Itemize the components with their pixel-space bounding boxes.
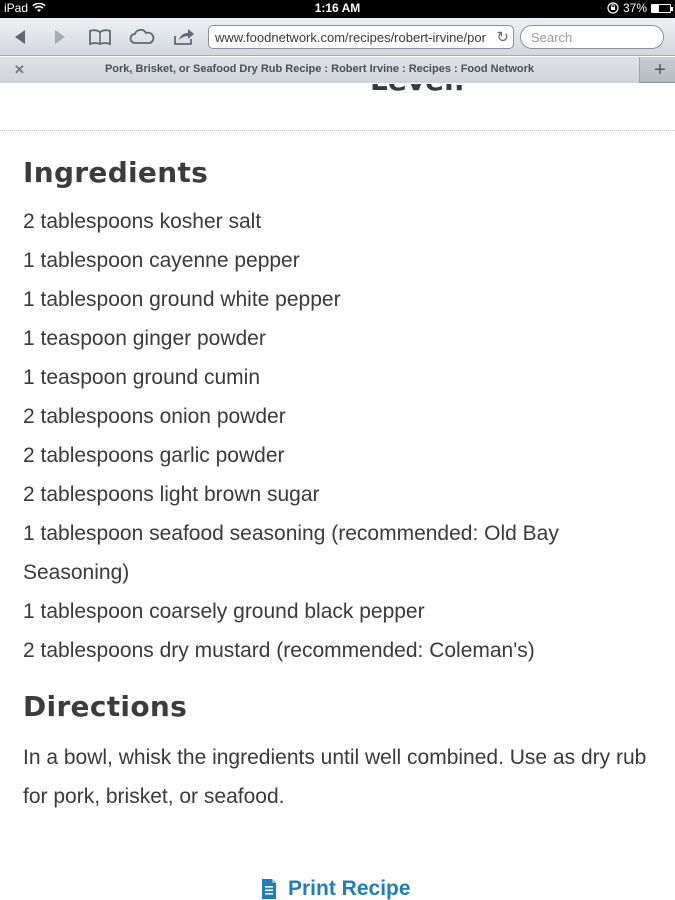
plus-icon: + bbox=[654, 59, 666, 81]
print-recipe-label: Print Recipe bbox=[288, 877, 411, 900]
battery-percent: 37% bbox=[622, 1, 647, 15]
forward-button[interactable] bbox=[46, 24, 74, 50]
print-recipe-link[interactable]: Print Recipe bbox=[260, 877, 411, 900]
reload-icon[interactable]: ↻ bbox=[496, 28, 509, 46]
forward-arrow-icon bbox=[55, 30, 65, 44]
back-arrow-icon bbox=[15, 30, 25, 44]
rotation-lock-icon bbox=[607, 2, 619, 14]
status-time: 1:16 AM bbox=[314, 1, 361, 15]
address-bar[interactable]: www.foodnetwork.com/recipes/robert-irvin… bbox=[208, 25, 514, 49]
ingredient-item: 1 teaspoon ground cumin bbox=[23, 366, 260, 389]
ingredient-item: 1 tablespoon cayenne pepper bbox=[23, 249, 300, 272]
status-bar: iPad 1:16 AM 37% bbox=[0, 0, 675, 18]
share-button[interactable] bbox=[170, 24, 198, 50]
ingredient-item: 1 tablespoon coarsely ground black peppe… bbox=[23, 600, 425, 623]
ingredient-item: 2 tablespoons garlic powder bbox=[23, 444, 285, 467]
ingredient-item: 2 tablespoons light brown sugar bbox=[23, 483, 320, 506]
ingredient-item: 1 tablespoon ground white pepper bbox=[23, 288, 341, 311]
search-input[interactable]: Search bbox=[520, 25, 664, 49]
directions-text: In a bowl, whisk the ingredients until w… bbox=[23, 746, 647, 808]
browser-toolbar: www.foodnetwork.com/recipes/robert-irvin… bbox=[0, 18, 675, 56]
url-text: www.foodnetwork.com/recipes/robert-irvin… bbox=[215, 30, 486, 45]
battery-icon bbox=[651, 3, 673, 13]
tab-bar: ✕ Pork, Brisket, or Seafood Dry Rub Reci… bbox=[0, 57, 675, 83]
status-right: 37% bbox=[607, 1, 673, 15]
ingredients-heading: Ingredients bbox=[23, 156, 209, 189]
close-tab-icon[interactable]: ✕ bbox=[14, 62, 25, 78]
bookmarks-button[interactable] bbox=[86, 24, 114, 50]
battery-fill bbox=[652, 4, 659, 12]
ingredient-item: 1 teaspoon ginger powder bbox=[23, 327, 266, 350]
page-content: Level: Ingredients 2 tablespoons kosher … bbox=[0, 84, 675, 900]
ingredient-item: 1 tablespoon seafood seasoning (recommen… bbox=[23, 522, 559, 584]
icloud-tabs-button[interactable] bbox=[128, 24, 156, 50]
book-icon bbox=[89, 29, 111, 46]
tab-title: Pork, Brisket, or Seafood Dry Rub Recipe… bbox=[104, 63, 535, 75]
new-tab-button[interactable]: + bbox=[646, 59, 674, 81]
ingredient-item: 2 tablespoons kosher salt bbox=[23, 210, 262, 233]
ingredients-list: 2 tablespoons kosher salt 1 tablespoon ca… bbox=[23, 202, 663, 670]
section-divider bbox=[0, 130, 675, 131]
ingredient-item: 2 tablespoons dry mustard (recommended: … bbox=[23, 639, 535, 662]
active-tab[interactable]: ✕ Pork, Brisket, or Seafood Dry Rub Reci… bbox=[0, 57, 640, 83]
share-icon bbox=[174, 29, 194, 45]
cutoff-heading: Level: bbox=[370, 84, 465, 97]
document-icon bbox=[262, 879, 276, 899]
ingredient-item: 2 tablespoons onion powder bbox=[23, 405, 286, 428]
cloud-icon bbox=[129, 29, 155, 44]
search-placeholder: Search bbox=[531, 30, 573, 45]
directions-heading: Directions bbox=[23, 690, 188, 723]
back-button[interactable] bbox=[6, 24, 34, 50]
